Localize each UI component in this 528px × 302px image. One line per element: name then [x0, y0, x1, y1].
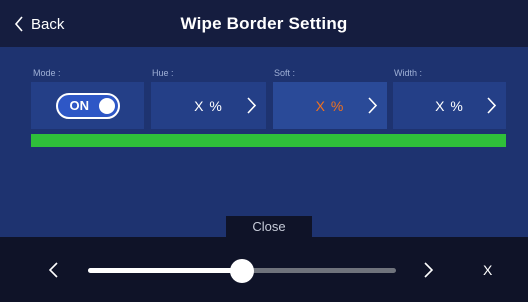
soft-button[interactable]: X %	[273, 82, 387, 129]
slider-thumb[interactable]	[230, 259, 254, 283]
chevron-right-icon	[368, 97, 377, 114]
hue-value: X %	[194, 97, 223, 114]
header-bar: Back Wipe Border Setting	[0, 0, 528, 47]
slider-fill	[88, 268, 242, 273]
chevron-right-icon	[424, 262, 433, 278]
slider-decrement-button[interactable]	[49, 262, 58, 278]
soft-label: Soft :	[274, 68, 296, 78]
width-button[interactable]: X %	[393, 82, 506, 129]
mode-label: Mode :	[33, 68, 61, 78]
chevron-right-icon	[487, 97, 496, 114]
soft-value: X %	[315, 97, 345, 114]
hue-label: Hue :	[152, 68, 174, 78]
mode-toggle-label: ON	[69, 98, 90, 113]
close-button[interactable]: Close	[226, 216, 312, 238]
width-value: X %	[435, 97, 464, 114]
page-title: Wipe Border Setting	[180, 14, 348, 33]
width-label: Width :	[394, 68, 423, 78]
close-icon[interactable]: X	[483, 262, 492, 278]
mode-toggle[interactable]: ON	[55, 92, 120, 119]
chevron-right-icon	[247, 97, 256, 114]
chevron-left-icon	[49, 262, 58, 278]
hue-button[interactable]: X %	[151, 82, 266, 129]
toggle-knob	[98, 97, 115, 114]
mode-cell[interactable]: ON	[31, 82, 144, 129]
slider-increment-button[interactable]	[424, 262, 433, 278]
selection-indicator-bar	[31, 134, 506, 147]
app-window: Back Wipe Border Setting Mode : Hue : So…	[0, 0, 528, 302]
